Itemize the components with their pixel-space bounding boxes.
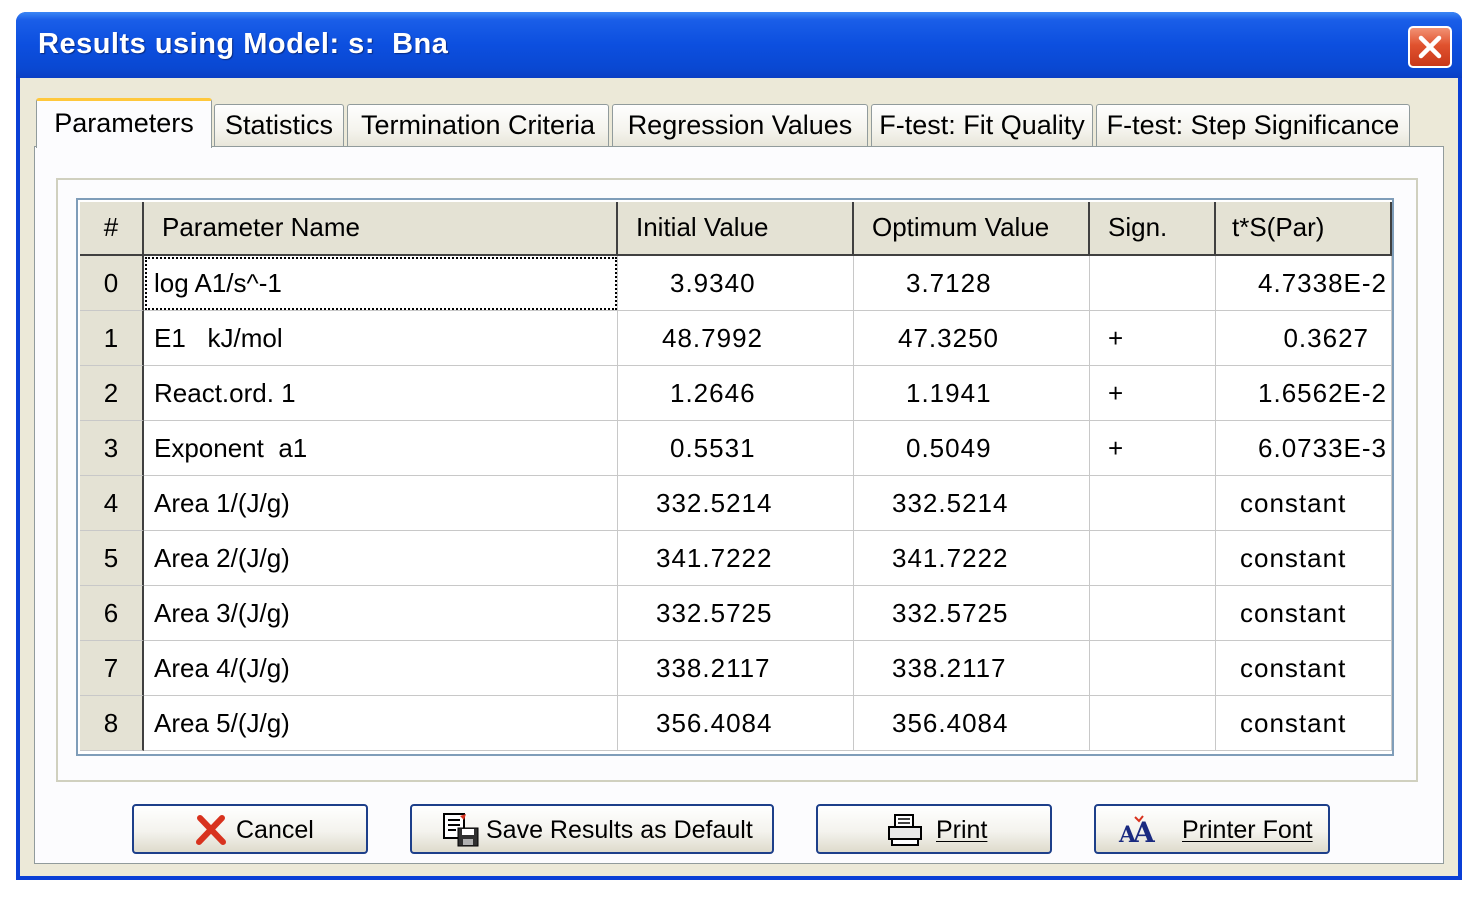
column-header-sign[interactable]: Sign.	[1090, 202, 1216, 256]
results-dialog: Results using Model: s: Bna Parameters S…	[16, 12, 1462, 880]
sign-cell[interactable]	[1090, 696, 1216, 751]
optimum-value-cell[interactable]: 332.5214	[854, 476, 1090, 531]
tab-termination-criteria[interactable]: Termination Criteria	[347, 104, 609, 146]
optimum-value-cell[interactable]: 1.1941	[854, 366, 1090, 421]
initial-value-cell[interactable]: 1.2646	[618, 366, 854, 421]
optimum-value-cell[interactable]: 0.5049	[854, 421, 1090, 476]
close-x-icon	[1418, 35, 1442, 59]
title-bar[interactable]: Results using Model: s: Bna	[16, 12, 1462, 78]
save-results-as-default-button[interactable]: Save Results as Default	[410, 804, 774, 854]
t-s-par-cell[interactable]: 1.6562E-2	[1216, 366, 1392, 421]
initial-value-cell[interactable]: 48.7992	[618, 311, 854, 366]
font-aa-icon: A A	[1118, 815, 1156, 846]
initial-value-cell[interactable]: 3.9340	[618, 256, 854, 311]
t-s-par-cell[interactable]: 4.7338E-2	[1216, 256, 1392, 311]
parameters-grid[interactable]: # Parameter Name Initial Value Optimum V…	[76, 198, 1394, 756]
optimum-value-cell[interactable]: 47.3250	[854, 311, 1090, 366]
optimum-value-cell[interactable]: 332.5725	[854, 586, 1090, 641]
sign-cell[interactable]: +	[1090, 311, 1216, 366]
tab-f-test-fit-quality[interactable]: F-test: Fit Quality	[871, 104, 1093, 146]
printer-font-button[interactable]: A A Printer Font	[1094, 804, 1330, 854]
column-header-index[interactable]: #	[80, 202, 144, 256]
t-s-par-cell[interactable]: constant	[1216, 476, 1392, 531]
print-button[interactable]: Print	[816, 804, 1052, 854]
optimum-value-cell[interactable]: 338.2117	[854, 641, 1090, 696]
cancel-button-label: Cancel	[236, 816, 314, 844]
optimum-value-cell[interactable]: 3.7128	[854, 256, 1090, 311]
parameter-name-cell[interactable]: Area 1/(J/g)	[144, 476, 618, 531]
sign-cell[interactable]	[1090, 586, 1216, 641]
row-header[interactable]: 2	[80, 366, 144, 421]
parameter-name-cell[interactable]: E1 kJ/mol	[144, 311, 618, 366]
parameter-name-cell[interactable]: React.ord. 1	[144, 366, 618, 421]
column-header-initial-value[interactable]: Initial Value	[618, 202, 854, 256]
column-header-optimum-value[interactable]: Optimum Value	[854, 202, 1090, 256]
sign-cell[interactable]	[1090, 641, 1216, 696]
t-s-par-cell[interactable]: 0.3627	[1216, 311, 1392, 366]
row-header[interactable]: 1	[80, 311, 144, 366]
row-header[interactable]: 3	[80, 421, 144, 476]
parameter-name-cell[interactable]: Area 5/(J/g)	[144, 696, 618, 751]
save-results-as-default-label: Save Results as Default	[486, 816, 753, 844]
sign-cell[interactable]: +	[1090, 366, 1216, 421]
parameter-name-cell[interactable]: log A1/s^-1	[144, 256, 618, 311]
sign-cell[interactable]: +	[1090, 421, 1216, 476]
row-header[interactable]: 4	[80, 476, 144, 531]
optimum-value-cell[interactable]: 341.7222	[854, 531, 1090, 586]
row-header[interactable]: 5	[80, 531, 144, 586]
initial-value-cell[interactable]: 332.5214	[618, 476, 854, 531]
tab-label: Statistics	[224, 110, 334, 140]
initial-value-cell[interactable]: 332.5725	[618, 586, 854, 641]
tab-label: F-test: Fit Quality	[879, 110, 1085, 140]
red-x-icon	[196, 815, 226, 845]
tab-label: Parameters	[54, 108, 194, 138]
parameter-name-cell[interactable]: Area 3/(J/g)	[144, 586, 618, 641]
sign-cell[interactable]	[1090, 256, 1216, 311]
t-s-par-cell[interactable]: constant	[1216, 531, 1392, 586]
window-title: Results using Model: s: Bna	[38, 28, 449, 60]
cancel-button[interactable]: Cancel	[132, 804, 368, 854]
t-s-par-cell[interactable]: constant	[1216, 641, 1392, 696]
tab-parameters[interactable]: Parameters	[36, 98, 212, 148]
printer-icon	[888, 814, 922, 846]
column-header-parameter-name[interactable]: Parameter Name	[144, 202, 618, 256]
save-document-icon	[443, 813, 479, 847]
print-button-label: Print	[936, 816, 988, 844]
initial-value-cell[interactable]: 338.2117	[618, 641, 854, 696]
initial-value-cell[interactable]: 0.5531	[618, 421, 854, 476]
row-header[interactable]: 6	[80, 586, 144, 641]
tab-regression-values[interactable]: Regression Values	[612, 104, 868, 146]
parameter-name-cell[interactable]: Area 4/(J/g)	[144, 641, 618, 696]
parameter-name-cell[interactable]: Area 2/(J/g)	[144, 531, 618, 586]
close-button[interactable]	[1408, 26, 1452, 68]
sign-cell[interactable]	[1090, 531, 1216, 586]
sign-cell[interactable]	[1090, 476, 1216, 531]
t-s-par-cell[interactable]: constant	[1216, 696, 1392, 751]
column-header-t-s-par[interactable]: t*S(Par)	[1216, 202, 1392, 256]
optimum-value-cell[interactable]: 356.4084	[854, 696, 1090, 751]
tab-f-test-step-significance[interactable]: F-test: Step Significance	[1096, 104, 1410, 146]
tab-statistics[interactable]: Statistics	[214, 104, 344, 146]
printer-font-button-label: Printer Font	[1182, 816, 1313, 844]
parameter-name-cell[interactable]: Exponent a1	[144, 421, 618, 476]
row-header[interactable]: 7	[80, 641, 144, 696]
initial-value-cell[interactable]: 341.7222	[618, 531, 854, 586]
t-s-par-cell[interactable]: 6.0733E-3	[1216, 421, 1392, 476]
t-s-par-cell[interactable]: constant	[1216, 586, 1392, 641]
tab-label: F-test: Step Significance	[1106, 110, 1400, 140]
row-header[interactable]: 0	[80, 256, 144, 311]
initial-value-cell[interactable]: 356.4084	[618, 696, 854, 751]
row-header[interactable]: 8	[80, 696, 144, 751]
tab-label: Regression Values	[627, 110, 853, 140]
svg-text:A: A	[1132, 816, 1156, 846]
tab-label: Termination Criteria	[360, 110, 596, 140]
dialog-client-area: Parameters Statistics Termination Criter…	[20, 78, 1458, 876]
